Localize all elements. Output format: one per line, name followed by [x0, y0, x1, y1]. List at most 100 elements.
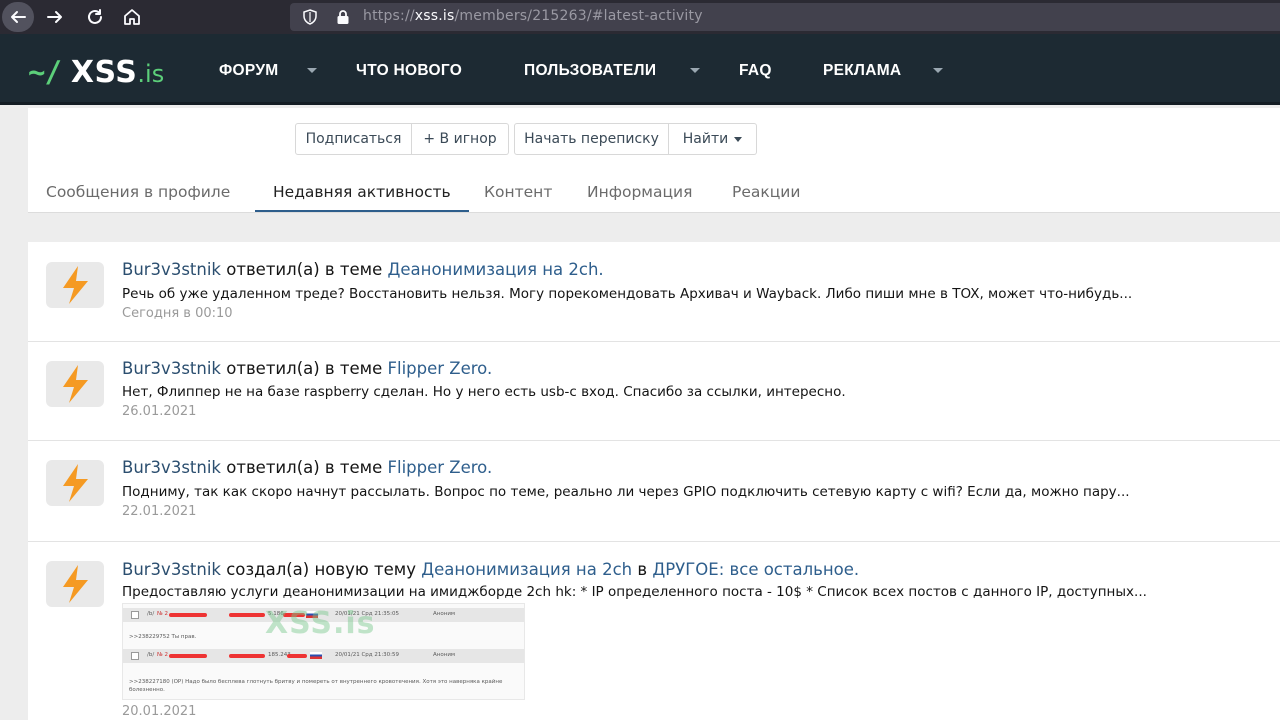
- site-logo[interactable]: ~/ XSS .is: [28, 55, 165, 90]
- lightning-bolt-icon: [63, 365, 88, 403]
- item-action: ответил(а) в теме: [226, 260, 383, 279]
- thread-link[interactable]: Деанонимизация на 2ch.: [388, 260, 604, 279]
- browser-toolbar: https://xss.is/members/215263/#latest-ac…: [0, 0, 1280, 34]
- thumb-post-no: № 2: [157, 652, 168, 658]
- nav-whats-new[interactable]: ЧТО НОВОГО: [356, 62, 462, 80]
- avatar[interactable]: [46, 361, 104, 407]
- thumb-board: /b/: [147, 652, 155, 658]
- thumb-watermark: XSS.is: [265, 606, 376, 641]
- item-action: ответил(а) в теме: [226, 359, 383, 378]
- home-button[interactable]: [117, 2, 147, 32]
- list-item: Bur3v3stnik ответил(а) в теме Деанонимиз…: [28, 242, 1280, 342]
- item-title: Bur3v3stnik создал(а) новую тему Деанони…: [122, 560, 859, 579]
- logo-suffix: .is: [137, 60, 165, 88]
- item-title: Bur3v3stnik ответил(а) в теме Flipper Ze…: [122, 359, 492, 378]
- thumb-name: Аноним: [433, 652, 456, 658]
- lightning-bolt-icon: [63, 565, 88, 603]
- thread-link[interactable]: Flipper Zero.: [388, 458, 493, 477]
- user-link[interactable]: Bur3v3stnik: [122, 260, 221, 279]
- list-item: Bur3v3stnik ответил(а) в теме Flipper Ze…: [28, 440, 1280, 542]
- tab-information[interactable]: Информация: [587, 172, 692, 212]
- item-snippet[interactable]: Речь об уже удаленном треде? Восстановит…: [122, 286, 1132, 302]
- redaction-mark: [229, 613, 265, 617]
- follow-ignore-group: Подписаться + В игнор: [295, 123, 509, 155]
- logo-main: XSS: [70, 55, 138, 90]
- ignore-button[interactable]: + В игнор: [412, 123, 509, 155]
- user-link[interactable]: Bur3v3stnik: [122, 458, 221, 477]
- redaction-mark: [287, 654, 307, 658]
- lightning-bolt-icon: [63, 266, 88, 304]
- list-item: Bur3v3stnik ответил(а) в теме Flipper Ze…: [28, 341, 1280, 441]
- forward-arrow-icon: [47, 11, 62, 23]
- thumb-post-no: № 2: [157, 611, 168, 617]
- thumb-reply: >>238227180 (OP) Надо было бесплева глот…: [129, 679, 503, 693]
- find-label: Найти: [682, 131, 729, 147]
- conversation-find-group: Начать переписку Найти: [514, 123, 757, 155]
- item-snippet[interactable]: Подниму, так как скоро начнут рассылать.…: [122, 484, 1130, 500]
- caret-down-icon: [734, 136, 743, 142]
- forum-link[interactable]: ДРУГОЕ: все остальное.: [652, 560, 859, 579]
- redaction-mark: [169, 613, 207, 617]
- redaction-mark: [229, 654, 265, 658]
- item-time[interactable]: Сегодня в 00:10: [122, 306, 233, 321]
- item-snippet[interactable]: Предоставляю услуги деанонимизации на им…: [122, 584, 1147, 600]
- item-time[interactable]: 20.01.2021: [122, 704, 196, 719]
- redaction-mark: [169, 654, 207, 658]
- back-arrow-icon: [11, 11, 26, 23]
- lock-icon[interactable]: [336, 9, 350, 25]
- chevron-down-icon[interactable]: [690, 68, 700, 73]
- forward-button[interactable]: [40, 2, 70, 32]
- post-thumbnail[interactable]: /b/ № 2 5.186 20/01/21 Срд 21:35:05 Анон…: [122, 603, 525, 700]
- start-conversation-button[interactable]: Начать переписку: [514, 123, 669, 155]
- item-action: создал(а) новую тему: [226, 560, 416, 579]
- item-title: Bur3v3stnik ответил(а) в теме Деанонимиз…: [122, 260, 604, 279]
- item-action: ответил(а) в теме: [226, 458, 383, 477]
- avatar[interactable]: [46, 460, 104, 506]
- url-path: /members/215263/#latest-activity: [454, 8, 703, 24]
- tab-content[interactable]: Контент: [484, 172, 552, 212]
- shield-icon[interactable]: [302, 9, 318, 25]
- home-icon: [124, 9, 140, 25]
- activity-list: Bur3v3stnik ответил(а) в теме Деанонимиз…: [28, 242, 1280, 720]
- logo-prefix: ~/: [28, 55, 62, 89]
- user-link[interactable]: Bur3v3stnik: [122, 359, 221, 378]
- url-host: xss.is: [414, 8, 455, 24]
- profile-card: Подписаться + В игнор Начать переписку Н…: [28, 108, 1280, 213]
- item-connector: в: [637, 560, 648, 579]
- address-bar[interactable]: https://xss.is/members/215263/#latest-ac…: [290, 3, 1280, 31]
- thumb-board: /b/: [147, 611, 155, 617]
- user-link[interactable]: Bur3v3stnik: [122, 560, 221, 579]
- chevron-down-icon[interactable]: [307, 68, 317, 73]
- thread-link[interactable]: Деанонимизация на 2ch: [421, 560, 632, 579]
- back-button[interactable]: [2, 2, 34, 32]
- nav-faq[interactable]: FAQ: [739, 62, 772, 80]
- nav-users[interactable]: ПОЛЬЗОВАТЕЛИ: [524, 62, 656, 80]
- nav-forum[interactable]: ФОРУМ: [219, 62, 278, 80]
- item-time[interactable]: 26.01.2021: [122, 404, 196, 419]
- url-text: https://xss.is/members/215263/#latest-ac…: [363, 8, 703, 24]
- chevron-down-icon[interactable]: [933, 68, 943, 73]
- thumb-reply: >>238229752 Ты прав.: [129, 634, 197, 640]
- thread-link[interactable]: Flipper Zero.: [388, 359, 493, 378]
- checkbox-icon: [131, 611, 139, 619]
- tab-reactions[interactable]: Реакции: [732, 172, 800, 212]
- find-button[interactable]: Найти: [669, 123, 757, 155]
- follow-button[interactable]: Подписаться: [295, 123, 412, 155]
- lightning-bolt-icon: [63, 464, 88, 502]
- nav-ads[interactable]: РЕКЛАМА: [823, 62, 901, 80]
- avatar[interactable]: [46, 262, 104, 308]
- reload-icon: [88, 9, 102, 24]
- reload-button[interactable]: [80, 2, 110, 32]
- avatar[interactable]: [46, 561, 104, 607]
- item-snippet[interactable]: Нет, Флиппер не на базе raspberry сделан…: [122, 384, 846, 400]
- thumb-name: Аноним: [433, 611, 456, 617]
- tab-latest-activity[interactable]: Недавняя активность: [255, 172, 469, 212]
- site-header: ~/ XSS .is ФОРУМ ЧТО НОВОГО ПОЛЬЗОВАТЕЛИ…: [0, 34, 1280, 105]
- thumb-date: 20/01/21 Срд 21:30:59: [335, 652, 400, 658]
- url-scheme: https://: [363, 8, 415, 24]
- tab-profile-posts[interactable]: Сообщения в профиле: [46, 172, 230, 212]
- flag-icon: [310, 652, 322, 659]
- item-time[interactable]: 22.01.2021: [122, 504, 196, 519]
- checkbox-icon: [131, 652, 139, 660]
- item-title: Bur3v3stnik ответил(а) в теме Flipper Ze…: [122, 458, 492, 477]
